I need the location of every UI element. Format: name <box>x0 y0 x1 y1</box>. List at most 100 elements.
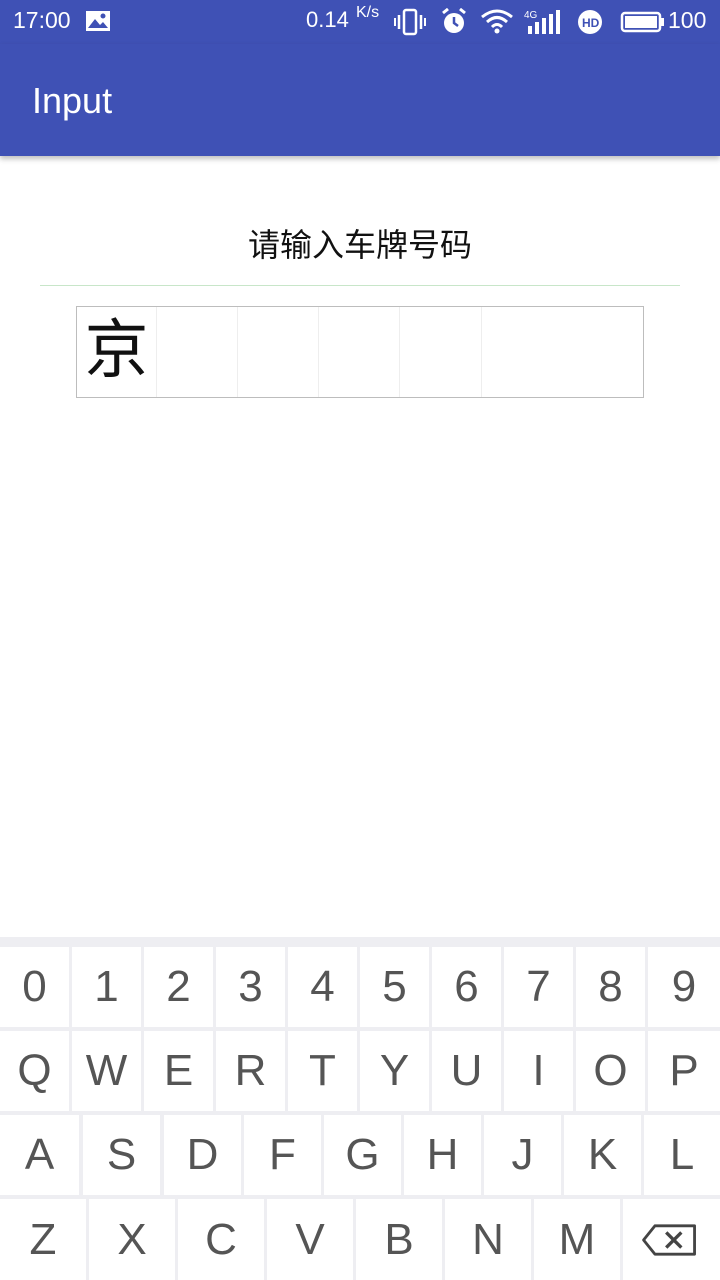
key-label: J <box>511 1130 534 1179</box>
key-2[interactable]: 2 <box>144 947 213 1027</box>
key-label: 7 <box>526 962 551 1011</box>
key-label: U <box>450 1046 483 1095</box>
key-label: C <box>205 1215 237 1264</box>
net-speed-unit: K/s <box>356 4 380 21</box>
key-label: V <box>295 1215 325 1264</box>
key-n[interactable]: N <box>445 1199 531 1280</box>
vibrate-icon <box>394 8 426 36</box>
key-t[interactable]: T <box>288 1031 357 1111</box>
key-k[interactable]: K <box>564 1115 641 1195</box>
key-v[interactable]: V <box>267 1199 353 1280</box>
key-label: 6 <box>454 962 479 1011</box>
key-x[interactable]: X <box>89 1199 175 1280</box>
battery-icon <box>620 11 664 33</box>
key-label: O <box>593 1046 628 1095</box>
key-label: D <box>186 1130 219 1179</box>
key-label: X <box>117 1215 147 1264</box>
key-label: W <box>85 1046 128 1095</box>
key-label: B <box>384 1215 414 1264</box>
plate-cell-1[interactable]: 京 <box>77 307 157 397</box>
svg-text:4G: 4G <box>524 10 538 21</box>
key-o[interactable]: O <box>576 1031 645 1111</box>
key-u[interactable]: U <box>432 1031 501 1111</box>
key-label: P <box>669 1046 699 1095</box>
alarm-icon <box>442 8 466 33</box>
key-label: S <box>106 1130 137 1179</box>
app-title: Input <box>32 80 113 121</box>
key-label: I <box>532 1046 545 1095</box>
key-d[interactable]: D <box>164 1115 241 1195</box>
key-g[interactable]: G <box>324 1115 401 1195</box>
key-s[interactable]: S <box>83 1115 160 1195</box>
key-9[interactable]: 9 <box>648 947 720 1027</box>
key-3[interactable]: 3 <box>216 947 285 1027</box>
key-m[interactable]: M <box>534 1199 620 1280</box>
status-bar: 17:00 0.14 K/s 4G HD 100 <box>0 0 720 44</box>
key-q[interactable]: Q <box>0 1031 69 1111</box>
key-label: A <box>24 1130 55 1179</box>
key-label: Y <box>379 1046 410 1095</box>
key-7[interactable]: 7 <box>504 947 573 1027</box>
plate-cell-5[interactable] <box>400 307 482 397</box>
key-h[interactable]: H <box>404 1115 481 1195</box>
key-label: Z <box>29 1215 57 1264</box>
key-label: 9 <box>671 962 697 1011</box>
key-w[interactable]: W <box>72 1031 141 1111</box>
hd-icon: HD <box>578 10 602 34</box>
key-1[interactable]: 1 <box>72 947 141 1027</box>
plate-input[interactable]: 京 <box>76 306 644 398</box>
key-label: T <box>309 1046 336 1095</box>
backspace-icon <box>642 1224 696 1256</box>
plate-cell-text: 京 <box>84 314 149 388</box>
plate-keyboard: 0 1 2 3 4 5 6 7 8 9 Q W E R T Y U I O P … <box>0 937 720 1280</box>
key-p[interactable]: P <box>648 1031 720 1111</box>
plate-cell-3[interactable] <box>238 307 319 397</box>
key-5[interactable]: 5 <box>360 947 429 1027</box>
key-6[interactable]: 6 <box>432 947 501 1027</box>
key-e[interactable]: E <box>144 1031 213 1111</box>
key-0[interactable]: 0 <box>0 947 69 1027</box>
wifi-icon <box>481 9 513 34</box>
key-r[interactable]: R <box>216 1031 285 1111</box>
backspace-key[interactable] <box>623 1199 720 1280</box>
plate-cell-6[interactable] <box>482 307 643 397</box>
key-i[interactable]: I <box>504 1031 573 1111</box>
key-z[interactable]: Z <box>0 1199 86 1280</box>
plate-cell-2[interactable] <box>157 307 238 397</box>
key-label: M <box>558 1215 596 1264</box>
status-time: 17:00 <box>13 7 71 33</box>
key-label: F <box>269 1130 296 1179</box>
key-label: Q <box>17 1046 52 1095</box>
plate-cell-4[interactable] <box>319 307 400 397</box>
key-l[interactable]: L <box>644 1115 720 1195</box>
key-f[interactable]: F <box>244 1115 321 1195</box>
signal-4g-icon: 4G <box>524 10 560 34</box>
key-label: 8 <box>598 962 623 1011</box>
divider <box>40 285 680 286</box>
key-label: G <box>345 1130 380 1179</box>
gallery-icon <box>86 11 110 31</box>
key-label: R <box>234 1046 267 1095</box>
key-label: 5 <box>382 962 407 1011</box>
key-label: 0 <box>22 962 47 1011</box>
key-label: 2 <box>166 962 191 1011</box>
key-label: 3 <box>238 962 263 1011</box>
key-y[interactable]: Y <box>360 1031 429 1111</box>
key-b[interactable]: B <box>356 1199 442 1280</box>
key-label: E <box>163 1046 194 1095</box>
key-label: 1 <box>94 962 119 1011</box>
svg-text:HD: HD <box>582 16 600 30</box>
key-4[interactable]: 4 <box>288 947 357 1027</box>
key-label: N <box>472 1215 504 1264</box>
net-speed: 0.14 <box>306 7 349 32</box>
key-label: 4 <box>310 962 335 1011</box>
battery-level: 100 <box>668 7 707 33</box>
key-label: H <box>426 1130 459 1179</box>
key-j[interactable]: J <box>484 1115 561 1195</box>
app-bar: Input <box>0 44 720 156</box>
plate-prompt: 请输入车牌号码 <box>247 226 472 264</box>
key-a[interactable]: A <box>0 1115 79 1195</box>
key-label: L <box>669 1130 695 1179</box>
key-8[interactable]: 8 <box>576 947 645 1027</box>
key-c[interactable]: C <box>178 1199 264 1280</box>
